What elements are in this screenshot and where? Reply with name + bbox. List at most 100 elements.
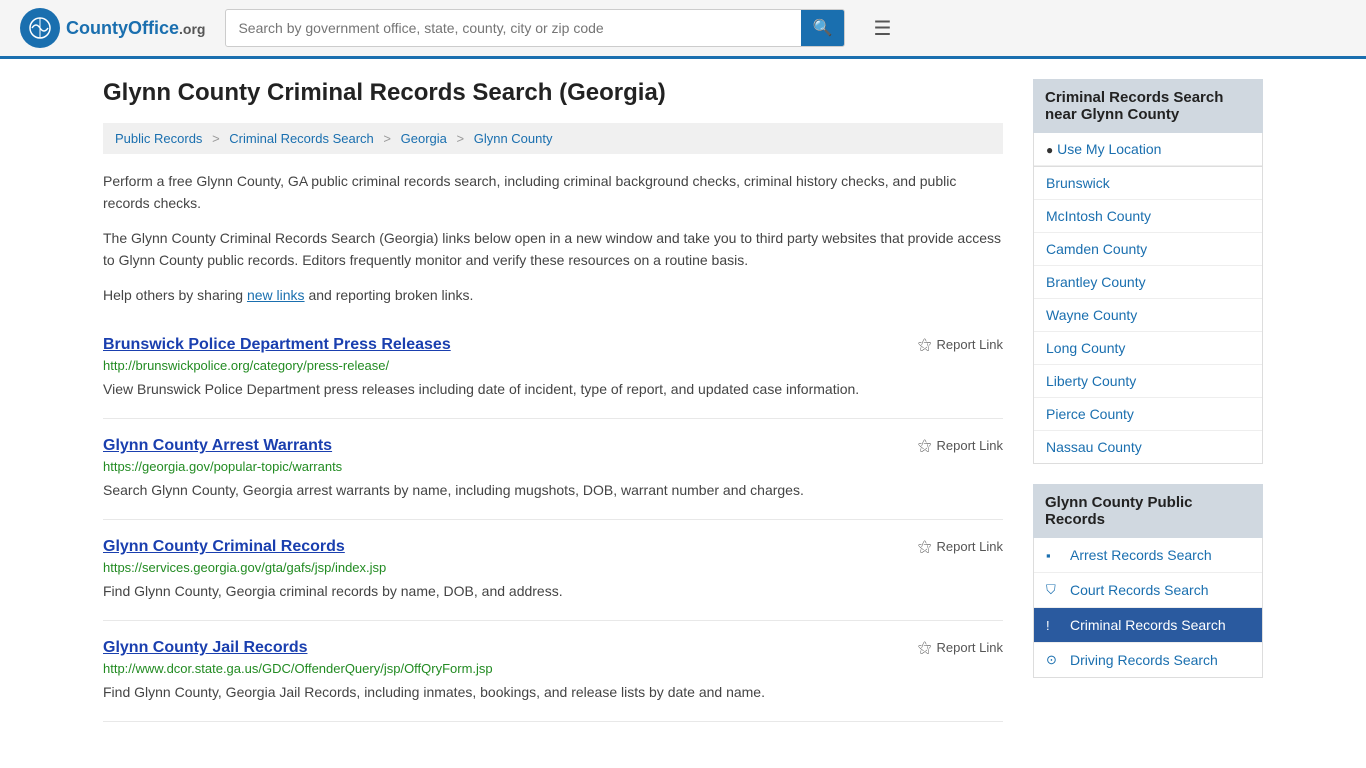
intro-paragraph-1: Perform a free Glynn County, GA public c… <box>103 170 1003 215</box>
use-my-location-link[interactable]: ● Use My Location <box>1034 133 1262 166</box>
result-item: Glynn County Jail Records ⚝ Report Link … <box>103 621 1003 722</box>
public-record-link-1[interactable]: ⛉ Court Records Search <box>1034 573 1262 607</box>
new-links-link[interactable]: new links <box>247 287 305 303</box>
pr-icon-3: ⊙ <box>1046 652 1062 668</box>
main-container: Glynn County Criminal Records Search (Ge… <box>83 59 1283 742</box>
pr-label-1: Court Records Search <box>1070 582 1209 598</box>
result-url-0[interactable]: http://brunswickpolice.org/category/pres… <box>103 358 1003 373</box>
pr-label-2: Criminal Records Search <box>1070 617 1226 633</box>
nearby-link-item: Liberty County <box>1034 365 1262 398</box>
report-link-3[interactable]: ⚝ Report Link <box>918 639 1003 656</box>
pr-icon-0: ▪ <box>1046 548 1062 563</box>
report-icon-2: ⚝ <box>918 538 932 555</box>
search-button[interactable]: 🔍 <box>801 10 845 46</box>
result-title-1[interactable]: Glynn County Arrest Warrants <box>103 437 332 455</box>
nearby-link-5[interactable]: Long County <box>1034 332 1262 364</box>
intro3-before: Help others by sharing <box>103 287 247 303</box>
report-link-label-1: Report Link <box>937 438 1003 453</box>
nearby-link-item: Long County <box>1034 332 1262 365</box>
result-title-2[interactable]: Glynn County Criminal Records <box>103 538 345 556</box>
result-title-3[interactable]: Glynn County Jail Records <box>103 639 307 657</box>
nearby-link-item: Pierce County <box>1034 398 1262 431</box>
logo-link[interactable]: CountyOffice.org <box>20 8 205 48</box>
nearby-link-2[interactable]: Camden County <box>1034 233 1262 265</box>
use-my-location-label: Use My Location <box>1057 141 1161 157</box>
breadcrumb-sep-1: > <box>212 131 220 146</box>
hamburger-menu-button[interactable]: ☰ <box>865 12 899 45</box>
sidebar: Criminal Records Search near Glynn Count… <box>1033 79 1263 722</box>
nearby-link-3[interactable]: Brantley County <box>1034 266 1262 298</box>
public-record-link-3[interactable]: ⊙ Driving Records Search <box>1034 643 1262 677</box>
pr-icon-1: ⛉ <box>1046 582 1062 598</box>
nearby-section: Criminal Records Search near Glynn Count… <box>1033 79 1263 464</box>
nearby-section-header: Criminal Records Search near Glynn Count… <box>1033 79 1263 133</box>
logo-icon <box>20 8 60 48</box>
content-area: Glynn County Criminal Records Search (Ge… <box>103 79 1003 722</box>
location-icon: ● <box>1046 143 1053 157</box>
page-title: Glynn County Criminal Records Search (Ge… <box>103 79 1003 107</box>
report-link-0[interactable]: ⚝ Report Link <box>918 336 1003 353</box>
public-record-item: ⛉ Court Records Search <box>1034 573 1262 608</box>
public-record-link-0[interactable]: ▪ Arrest Records Search <box>1034 538 1262 572</box>
result-desc-1: Search Glynn County, Georgia arrest warr… <box>103 480 1003 501</box>
nearby-link-item: Nassau County <box>1034 431 1262 463</box>
nearby-link-item: Brantley County <box>1034 266 1262 299</box>
report-link-1[interactable]: ⚝ Report Link <box>918 437 1003 454</box>
breadcrumb-georgia[interactable]: Georgia <box>401 131 447 146</box>
result-desc-2: Find Glynn County, Georgia criminal reco… <box>103 581 1003 602</box>
breadcrumb-public-records[interactable]: Public Records <box>115 131 202 146</box>
public-record-item: ⊙ Driving Records Search <box>1034 643 1262 677</box>
result-item: Glynn County Criminal Records ⚝ Report L… <box>103 520 1003 621</box>
pr-icon-2: ! <box>1046 618 1062 633</box>
report-icon-0: ⚝ <box>918 336 932 353</box>
report-icon-1: ⚝ <box>918 437 932 454</box>
nearby-link-7[interactable]: Pierce County <box>1034 398 1262 430</box>
results-list: Brunswick Police Department Press Releas… <box>103 318 1003 722</box>
header: CountyOffice.org 🔍 ☰ <box>0 0 1366 59</box>
report-link-label-2: Report Link <box>937 539 1003 554</box>
result-item: Glynn County Arrest Warrants ⚝ Report Li… <box>103 419 1003 520</box>
nearby-link-item: Wayne County <box>1034 299 1262 332</box>
public-record-item: ▪ Arrest Records Search <box>1034 538 1262 573</box>
breadcrumb-criminal-records[interactable]: Criminal Records Search <box>229 131 374 146</box>
pr-label-3: Driving Records Search <box>1070 652 1218 668</box>
search-icon: 🔍 <box>813 20 833 37</box>
intro3-after: and reporting broken links. <box>305 287 474 303</box>
report-icon-3: ⚝ <box>918 639 932 656</box>
public-record-link-2[interactable]: ! Criminal Records Search <box>1034 608 1262 642</box>
result-url-1[interactable]: https://georgia.gov/popular-topic/warran… <box>103 459 1003 474</box>
nearby-link-1[interactable]: McIntosh County <box>1034 200 1262 232</box>
intro-paragraph-2: The Glynn County Criminal Records Search… <box>103 227 1003 272</box>
logo-text: CountyOffice.org <box>66 18 205 39</box>
nearby-link-item: McIntosh County <box>1034 200 1262 233</box>
breadcrumb: Public Records > Criminal Records Search… <box>103 123 1003 154</box>
result-desc-3: Find Glynn County, Georgia Jail Records,… <box>103 682 1003 703</box>
nearby-counties-list: BrunswickMcIntosh CountyCamden CountyBra… <box>1033 167 1263 464</box>
breadcrumb-sep-2: > <box>383 131 391 146</box>
public-records-header: Glynn County Public Records <box>1033 484 1263 538</box>
report-link-label-3: Report Link <box>937 640 1003 655</box>
public-records-list: ▪ Arrest Records Search ⛉ Court Records … <box>1033 538 1263 678</box>
use-my-location-item: ● Use My Location <box>1034 133 1262 166</box>
report-link-2[interactable]: ⚝ Report Link <box>918 538 1003 555</box>
hamburger-icon: ☰ <box>873 18 891 40</box>
report-link-label-0: Report Link <box>937 337 1003 352</box>
nearby-link-6[interactable]: Liberty County <box>1034 365 1262 397</box>
nearby-link-4[interactable]: Wayne County <box>1034 299 1262 331</box>
result-url-2[interactable]: https://services.georgia.gov/gta/gafs/js… <box>103 560 1003 575</box>
search-bar: 🔍 <box>225 9 845 47</box>
nearby-link-item: Camden County <box>1034 233 1262 266</box>
result-title-0[interactable]: Brunswick Police Department Press Releas… <box>103 336 451 354</box>
breadcrumb-glynn-county[interactable]: Glynn County <box>474 131 553 146</box>
nearby-link-item: Brunswick <box>1034 167 1262 200</box>
nearby-link-0[interactable]: Brunswick <box>1034 167 1262 199</box>
nearby-links-list: ● Use My Location <box>1033 133 1263 167</box>
pr-label-0: Arrest Records Search <box>1070 547 1212 563</box>
result-item: Brunswick Police Department Press Releas… <box>103 318 1003 419</box>
search-input[interactable] <box>226 12 800 44</box>
intro-paragraph-3: Help others by sharing new links and rep… <box>103 284 1003 306</box>
result-url-3[interactable]: http://www.dcor.state.ga.us/GDC/Offender… <box>103 661 1003 676</box>
public-records-section: Glynn County Public Records ▪ Arrest Rec… <box>1033 484 1263 678</box>
public-record-item: ! Criminal Records Search <box>1034 608 1262 643</box>
nearby-link-8[interactable]: Nassau County <box>1034 431 1262 463</box>
